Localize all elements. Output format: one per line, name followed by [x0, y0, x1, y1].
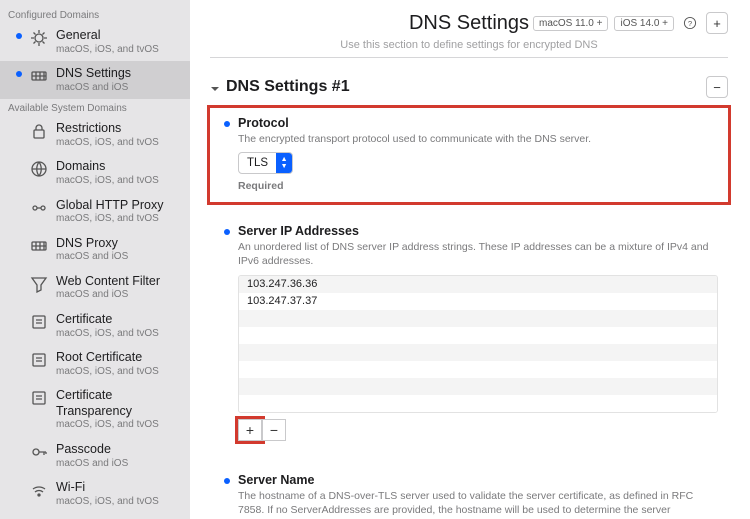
dropdown-arrows-icon: ▲▼: [276, 153, 292, 173]
proxy-icon: [30, 199, 48, 217]
sidebar-item-sub: macOS, iOS, and tvOS: [56, 419, 182, 432]
add-payload-button[interactable]: +: [706, 12, 728, 34]
pill-macos[interactable]: macOS 11.0 +: [533, 16, 608, 31]
sidebar-item-label: Root Certificate: [56, 350, 159, 366]
server-ip-desc: An unordered list of DNS server IP addre…: [238, 240, 718, 268]
sidebar-item-certificate[interactable]: CertificatemacOS, iOS, and tvOS: [0, 307, 190, 345]
sidebar-item-label: Global HTTP Proxy: [56, 198, 163, 214]
sidebar-item-label: DNS Settings: [56, 66, 131, 82]
ip-row[interactable]: 103.247.37.37: [239, 293, 717, 310]
sidebar-item-passcode[interactable]: PasscodemacOS and iOS: [0, 437, 190, 475]
main-header: DNS Settings Use this section to define …: [210, 12, 728, 51]
help-button[interactable]: ?: [680, 13, 700, 33]
main-panel: DNS Settings Use this section to define …: [190, 0, 750, 519]
sidebar: Configured Domains GeneralmacOS, iOS, an…: [0, 0, 190, 519]
sidebar-item-label: DNS Proxy: [56, 236, 128, 252]
sidebar-item-web-content-filter[interactable]: Web Content FiltermacOS and iOS: [0, 269, 190, 307]
ip-row[interactable]: 103.247.36.36: [239, 276, 717, 293]
server-ip-group: Server IP Addresses An unordered list of…: [210, 216, 728, 450]
chevron-down-icon: [210, 82, 220, 92]
ip-row[interactable]: [239, 310, 717, 327]
change-dot: [16, 33, 22, 39]
sidebar-item-sub: macOS and iOS: [56, 458, 128, 471]
globe-icon: [30, 160, 48, 178]
sidebar-item-sub: macOS, iOS, and tvOS: [56, 496, 159, 509]
sidebar-item-dns-proxy[interactable]: DNS ProxymacOS and iOS: [0, 231, 190, 269]
sidebar-item-sub: macOS and iOS: [56, 289, 160, 302]
change-indicator: [224, 121, 230, 127]
change-indicator: [224, 229, 230, 235]
server-ip-label: Server IP Addresses: [238, 224, 718, 238]
section-header[interactable]: DNS Settings #1 −: [210, 76, 728, 98]
server-name-group: Server Name The hostname of a DNS-over-T…: [210, 465, 728, 519]
sidebar-item-label: Domains: [56, 159, 159, 175]
protocol-value: TLS: [239, 157, 276, 169]
dns-icon: [30, 67, 48, 85]
sidebar-header-configured: Configured Domains: [0, 6, 190, 23]
ip-row[interactable]: [239, 361, 717, 378]
sidebar-item-label: Wi-Fi: [56, 480, 159, 496]
sidebar-item-sub: macOS, iOS, and tvOS: [56, 328, 159, 341]
funnel-icon: [30, 275, 48, 293]
protocol-required: Required: [238, 180, 718, 192]
sidebar-item-label: Restrictions: [56, 121, 159, 137]
svg-text:?: ?: [688, 19, 692, 28]
protocol-desc: The encrypted transport protocol used to…: [238, 132, 718, 146]
sidebar-item-sub: macOS and iOS: [56, 82, 131, 95]
sidebar-item-certificate-transparency[interactable]: Certificate TransparencymacOS, iOS, and …: [0, 383, 190, 437]
change-dot: [16, 71, 22, 77]
protocol-group: Protocol The encrypted transport protoco…: [210, 108, 728, 202]
sidebar-item-sub: macOS, iOS, and tvOS: [56, 213, 163, 226]
ip-row[interactable]: [239, 344, 717, 361]
cert-icon: [30, 313, 48, 331]
sidebar-item-sub: macOS, iOS, and tvOS: [56, 175, 159, 188]
ip-row[interactable]: [239, 395, 717, 412]
key-icon: [30, 443, 48, 461]
sidebar-item-root-certificate[interactable]: Root CertificatemacOS, iOS, and tvOS: [0, 345, 190, 383]
sidebar-item-dns-settings[interactable]: DNS SettingsmacOS and iOS: [0, 61, 190, 99]
dns-icon: [30, 237, 48, 255]
gear-icon: [30, 29, 48, 47]
sidebar-item-label: Certificate: [56, 312, 159, 328]
server-name-label: Server Name: [238, 473, 718, 487]
sidebar-item-label: Certificate Transparency: [56, 388, 182, 419]
sidebar-item-vpn[interactable]: VPNmacOS, iOS, and tvOS: [0, 513, 190, 519]
sidebar-item-domains[interactable]: DomainsmacOS, iOS, and tvOS: [0, 154, 190, 192]
sidebar-item-restrictions[interactable]: RestrictionsmacOS, iOS, and tvOS: [0, 116, 190, 154]
remove-section-button[interactable]: −: [706, 76, 728, 98]
sidebar-item-general[interactable]: GeneralmacOS, iOS, and tvOS: [0, 23, 190, 61]
cert-icon: [30, 351, 48, 369]
sidebar-item-global-http-proxy[interactable]: Global HTTP ProxymacOS, iOS, and tvOS: [0, 193, 190, 231]
sidebar-header-available: Available System Domains: [0, 99, 190, 116]
sidebar-item-sub: macOS, iOS, and tvOS: [56, 44, 159, 57]
sidebar-item-sub: macOS, iOS, and tvOS: [56, 137, 159, 150]
protocol-select[interactable]: TLS ▲▼: [238, 152, 293, 174]
server-name-desc: The hostname of a DNS-over-TLS server us…: [238, 489, 718, 519]
ip-row[interactable]: [239, 378, 717, 395]
wifi-icon: [30, 481, 48, 499]
sidebar-item-label: General: [56, 28, 159, 44]
cert-icon: [30, 389, 48, 407]
sidebar-item-sub: macOS and iOS: [56, 251, 128, 264]
sidebar-item-label: Passcode: [56, 442, 128, 458]
sidebar-item-wi-fi[interactable]: Wi-FimacOS, iOS, and tvOS: [0, 475, 190, 513]
section-title: DNS Settings #1: [226, 78, 350, 96]
lock-icon: [30, 122, 48, 140]
sidebar-item-sub: macOS, iOS, and tvOS: [56, 366, 159, 379]
page-subtitle: Use this section to define settings for …: [210, 39, 728, 51]
help-icon: ?: [683, 16, 697, 30]
pill-ios[interactable]: iOS 14.0 +: [614, 16, 674, 31]
remove-ip-button[interactable]: −: [262, 419, 286, 441]
protocol-label: Protocol: [238, 116, 718, 130]
sidebar-item-label: Web Content Filter: [56, 274, 160, 290]
change-indicator: [224, 478, 230, 484]
server-ip-table[interactable]: 103.247.36.36103.247.37.37: [238, 275, 718, 413]
add-ip-button[interactable]: +: [238, 419, 262, 441]
ip-row[interactable]: [239, 327, 717, 344]
